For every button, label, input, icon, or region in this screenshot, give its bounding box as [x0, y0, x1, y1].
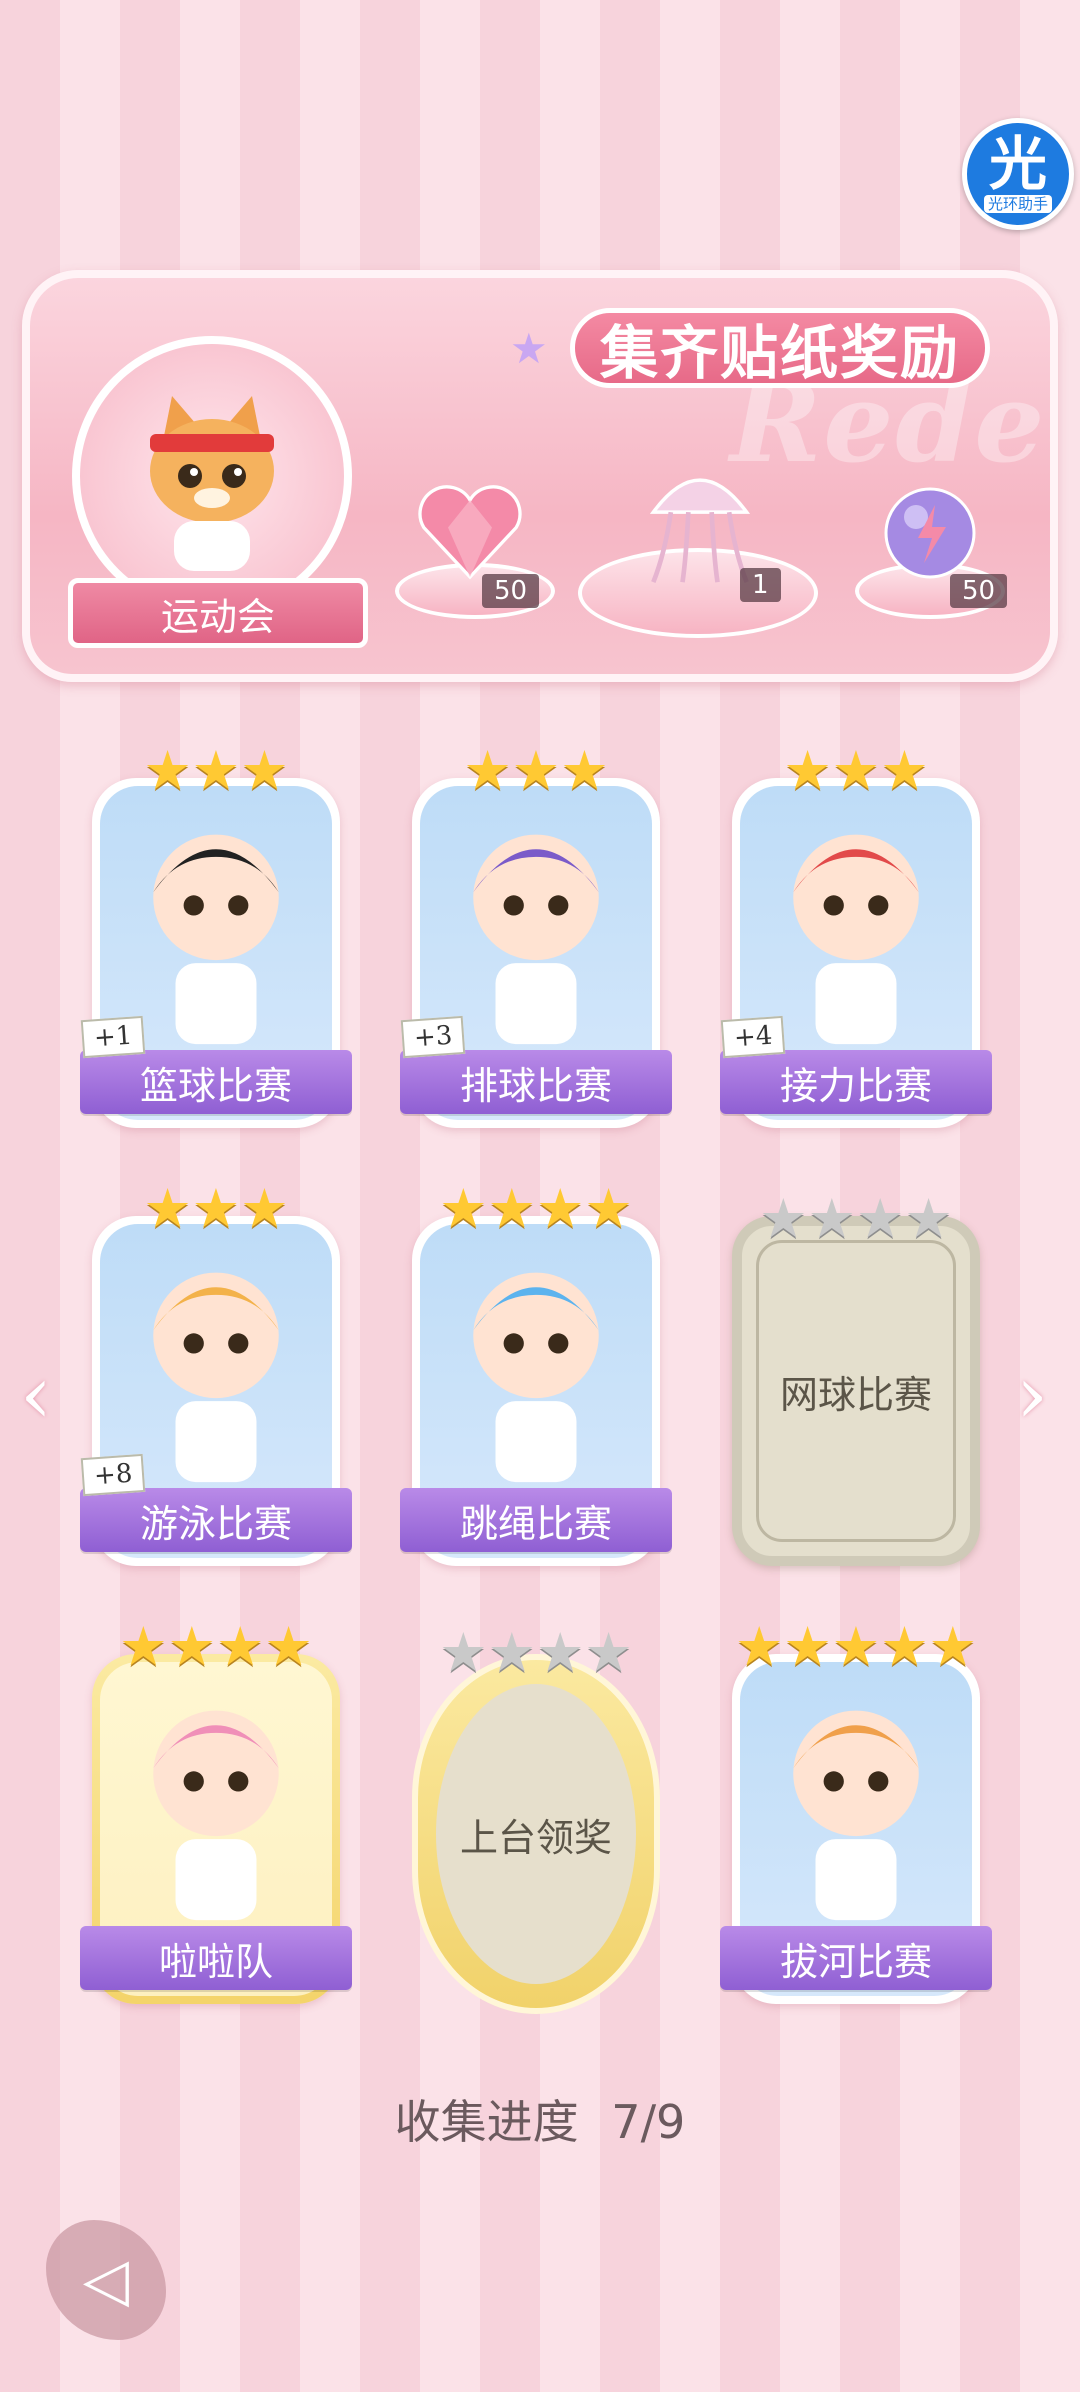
- bonus-tag: +4: [720, 1015, 786, 1059]
- star-icon: ★: [880, 1615, 929, 1678]
- star-icon: ★: [831, 739, 881, 802]
- prev-page-arrow[interactable]: ‹: [20, 1348, 52, 1441]
- star-icon: ★: [463, 739, 512, 802]
- card-name: 游泳比赛: [80, 1488, 352, 1552]
- star-icon: ★: [439, 1177, 488, 1240]
- star-icon: ★: [119, 1615, 168, 1678]
- star-icon: ★: [928, 1615, 978, 1678]
- collection-progress: 收集进度 7/9: [0, 2086, 1080, 2152]
- bonus-tag: +1: [80, 1015, 146, 1059]
- star-icon: ★: [536, 1621, 585, 1684]
- orb-icon[interactable]: [880, 483, 980, 583]
- helper-badge[interactable]: 光 光环助手: [962, 118, 1074, 230]
- sticker-card[interactable]: 拔河比赛 ★ ★ ★ ★ ★: [720, 1620, 992, 2004]
- sticker-card[interactable]: 篮球比赛 +1 ★ ★ ★: [80, 744, 352, 1128]
- star-rating: ★ ★ ★ ★ ★: [732, 1620, 980, 1674]
- star-icon: ★: [831, 1615, 881, 1678]
- star-rating: ★ ★ ★ ★: [418, 1626, 654, 1680]
- star-icon: ★: [783, 1615, 832, 1678]
- star-icon: ★: [191, 1177, 241, 1240]
- star-icon: ★: [487, 1177, 536, 1240]
- star-icon: ★: [904, 1187, 953, 1250]
- reward-count: 50: [950, 574, 1008, 608]
- star-icon: ★: [240, 1177, 289, 1240]
- star-icon: ★: [191, 739, 241, 802]
- sticker-card[interactable]: 啦啦队 ★ ★ ★ ★: [80, 1620, 352, 2004]
- sticker-card[interactable]: 跳绳比赛 ★ ★ ★ ★: [400, 1182, 672, 1566]
- jellyfish-icon[interactable]: [630, 448, 770, 588]
- star-icon: ★: [167, 1615, 216, 1678]
- banner-title: 集齐贴纸奖励: [570, 308, 990, 388]
- card-name: 拔河比赛: [720, 1926, 992, 1990]
- back-arrow-icon: ◁: [82, 2245, 130, 2315]
- star-icon: ★: [487, 1621, 536, 1684]
- event-avatar: [72, 336, 352, 616]
- helper-label: 光环助手: [983, 195, 1052, 213]
- star-icon: ★: [511, 739, 561, 802]
- progress-label: 收集进度: [394, 2095, 579, 2149]
- event-label: 运动会: [68, 578, 368, 648]
- star-icon: ★: [143, 1177, 192, 1240]
- card-name: 上台领奖: [436, 1684, 636, 1984]
- star-icon: ★: [240, 739, 289, 802]
- card-name: 篮球比赛: [80, 1050, 352, 1114]
- star-icon: ★: [584, 1621, 633, 1684]
- sticker-card[interactable]: 接力比赛 +4 ★ ★ ★: [720, 744, 992, 1128]
- star-rating: ★ ★ ★ ★: [412, 1182, 660, 1236]
- helper-glyph: 光: [988, 130, 1047, 198]
- bonus-tag: +3: [400, 1015, 466, 1059]
- star-icon: ★: [880, 739, 929, 802]
- star-icon: ★: [264, 1615, 313, 1678]
- star-icon: ★: [734, 1615, 784, 1678]
- sticker-reward-banner: Redeem ★ ★ 集齐贴纸奖励 运动会 50 1: [22, 270, 1058, 682]
- sticker-card-locked[interactable]: 上台领奖 ★ ★ ★ ★: [412, 1626, 660, 2014]
- reward-count: 1: [740, 568, 781, 602]
- card-name: 跳绳比赛: [400, 1488, 672, 1552]
- star-icon: ★: [143, 739, 192, 802]
- card-name: 接力比赛: [720, 1050, 992, 1114]
- card-name: 排球比赛: [400, 1050, 672, 1114]
- star-icon: ★: [439, 1621, 488, 1684]
- star-deco-icon: ★: [510, 324, 548, 373]
- star-rating: ★ ★ ★: [92, 744, 340, 798]
- star-icon: ★: [783, 739, 832, 802]
- sticker-card[interactable]: 游泳比赛 +8 ★ ★ ★: [80, 1182, 352, 1566]
- cat-icon: [150, 396, 274, 571]
- star-icon: ★: [560, 739, 609, 802]
- star-rating: ★ ★ ★ ★: [742, 1192, 970, 1246]
- star-icon: ★: [807, 1187, 856, 1250]
- reward-count: 50: [482, 574, 540, 608]
- progress-value: 7/9: [611, 2095, 686, 2149]
- card-name: 网球比赛: [779, 1372, 932, 1417]
- star-icon: ★: [759, 1187, 808, 1250]
- heart-gem-icon[interactable]: [415, 483, 525, 583]
- star-rating: ★ ★ ★ ★: [92, 1620, 340, 1674]
- card-name: 啦啦队: [80, 1926, 352, 1990]
- star-rating: ★ ★ ★: [732, 744, 980, 798]
- star-icon: ★: [856, 1187, 905, 1250]
- bonus-tag: +8: [80, 1453, 146, 1497]
- star-icon: ★: [536, 1177, 585, 1240]
- star-rating: ★ ★ ★: [92, 1182, 340, 1236]
- star-rating: ★ ★ ★: [412, 744, 660, 798]
- sticker-card[interactable]: 排球比赛 +3 ★ ★ ★: [400, 744, 672, 1128]
- next-page-arrow[interactable]: ›: [1016, 1348, 1048, 1441]
- star-icon: ★: [216, 1615, 265, 1678]
- star-icon: ★: [584, 1177, 633, 1240]
- back-button[interactable]: ◁: [46, 2220, 166, 2340]
- sticker-card-locked[interactable]: 网球比赛 ★ ★ ★ ★: [732, 1192, 980, 1566]
